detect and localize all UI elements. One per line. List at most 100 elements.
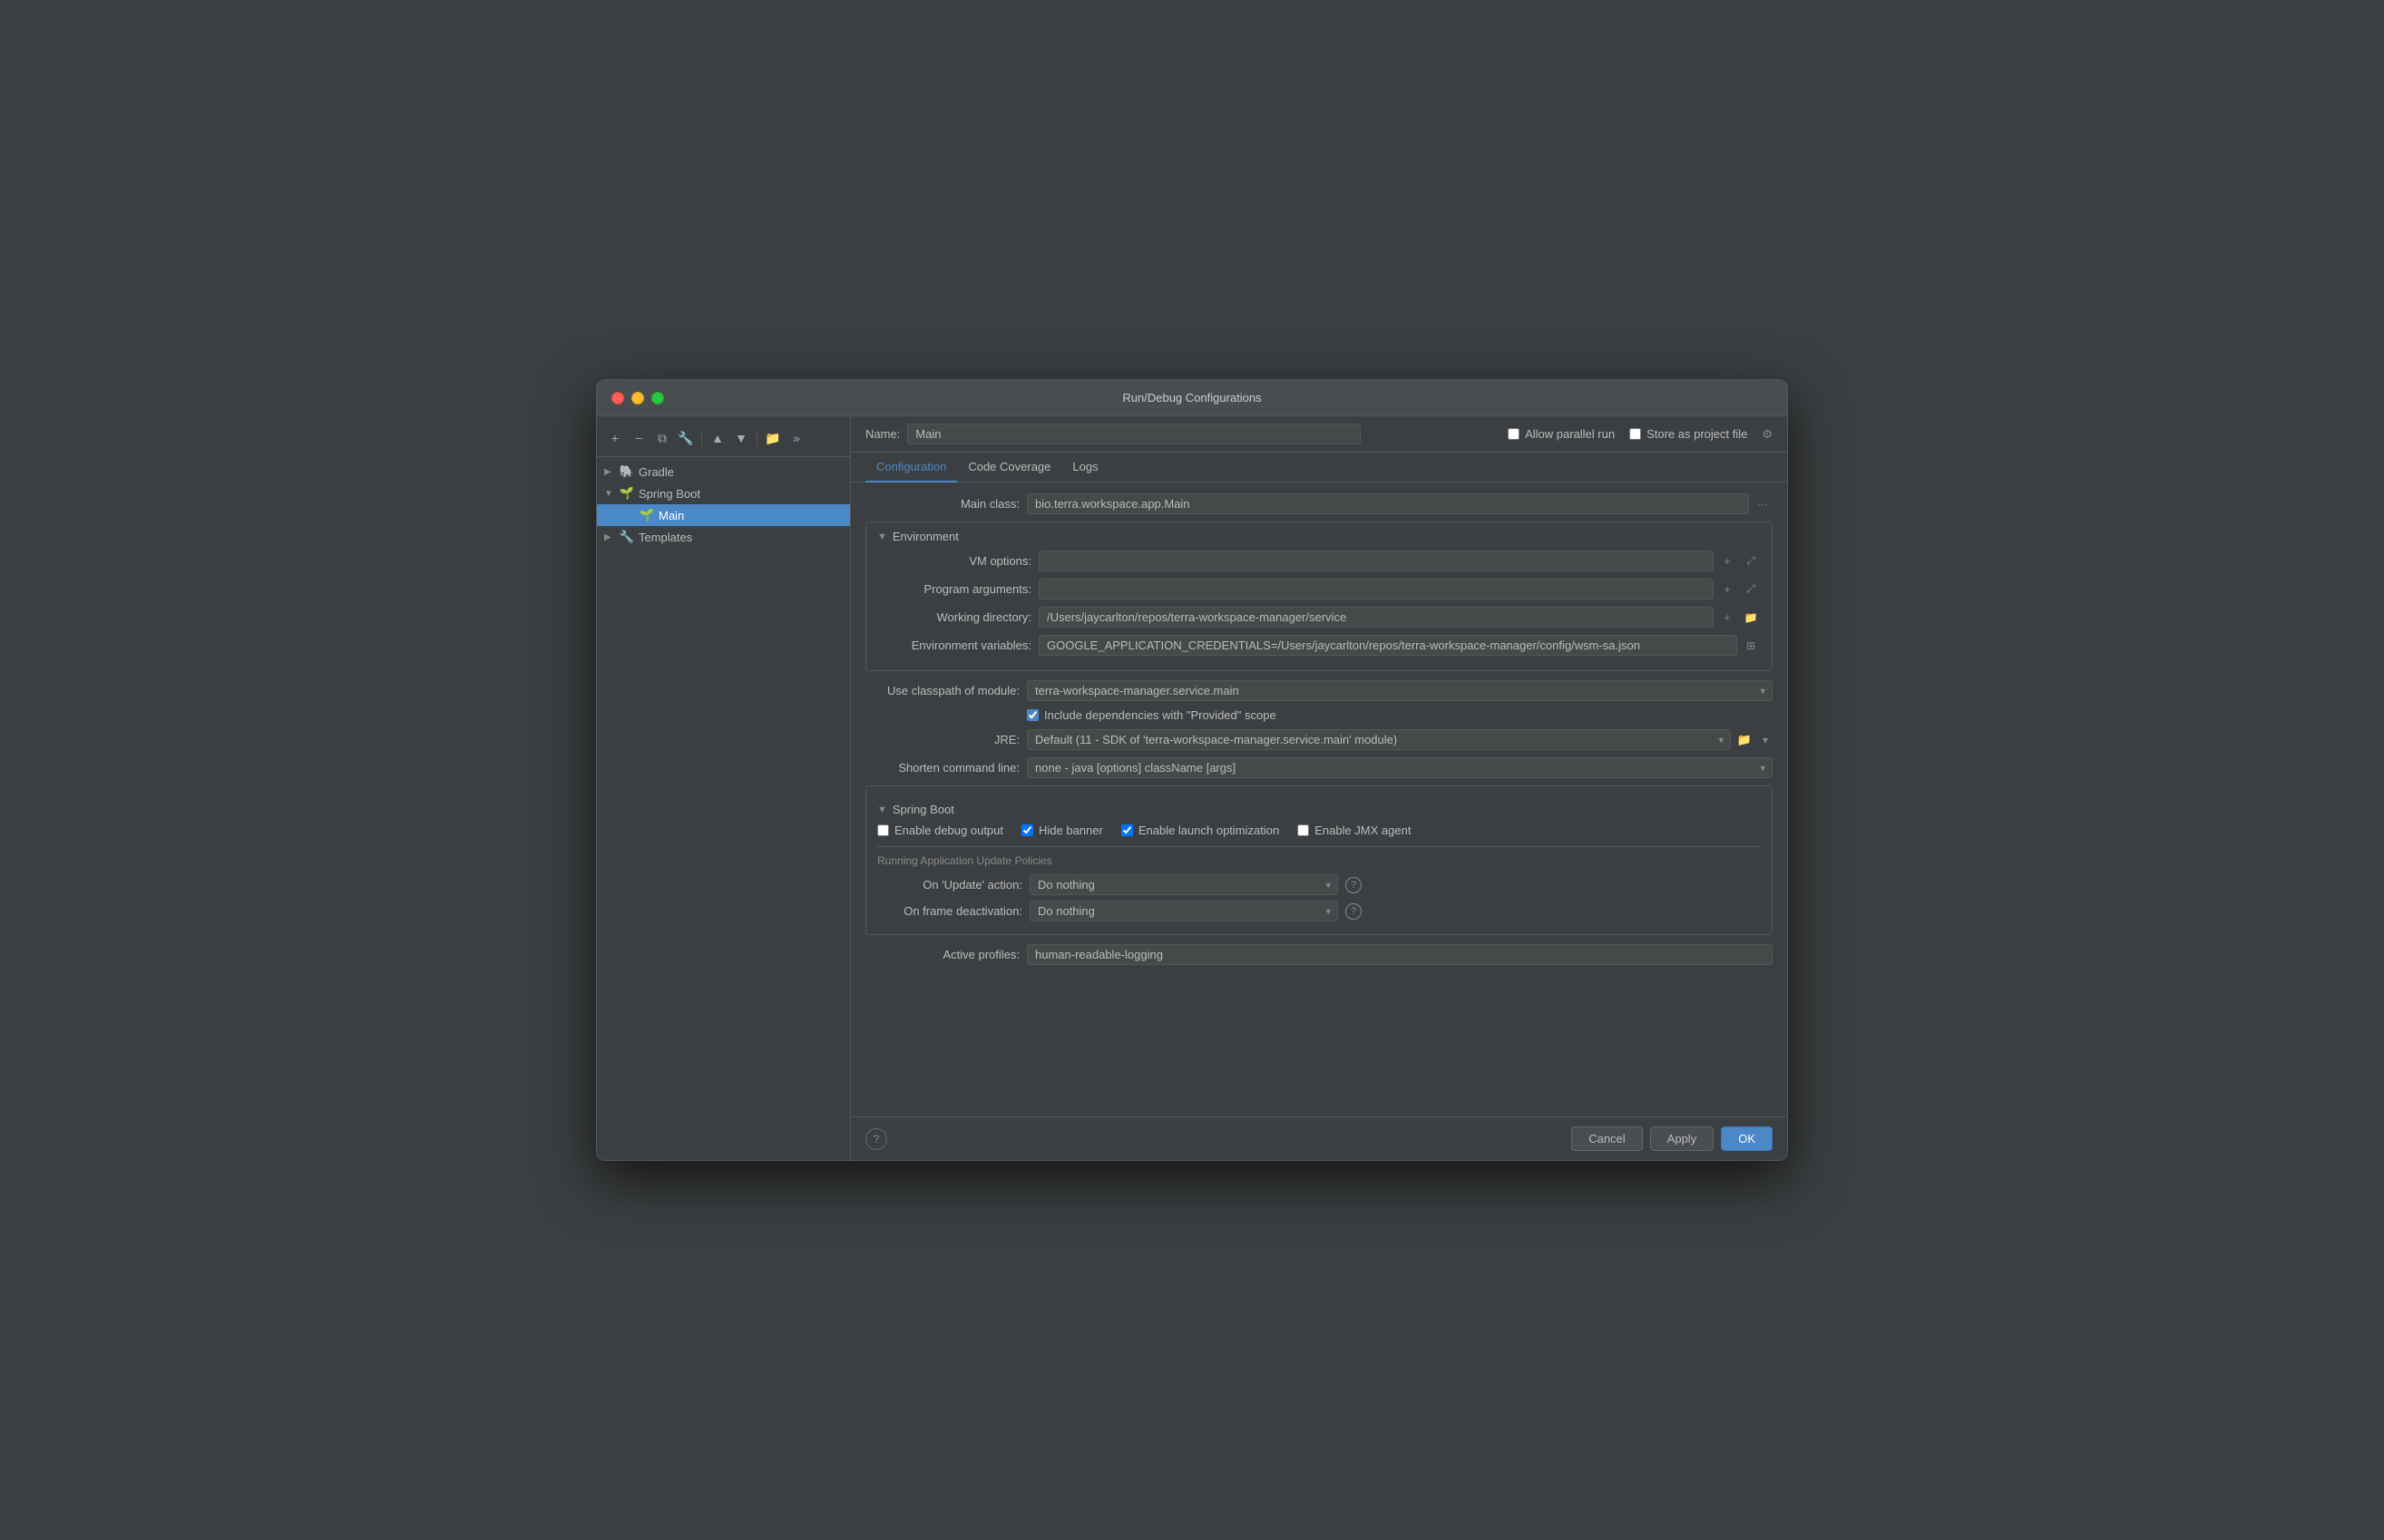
shorten-cmd-select[interactable]: none - java [options] className [args]	[1027, 757, 1773, 778]
on-update-select[interactable]: Do nothing Update classes and resources …	[1030, 874, 1338, 895]
vm-options-input[interactable]	[1039, 551, 1714, 571]
sidebar-item-gradle[interactable]: ▶ 🐘 Gradle	[597, 461, 850, 482]
on-frame-select[interactable]: Do nothing Update classes and resources …	[1030, 901, 1338, 921]
tab-code-coverage[interactable]: Code Coverage	[957, 453, 1061, 482]
toolbar-separator	[701, 430, 702, 446]
title-bar: Run/Debug Configurations	[597, 380, 1787, 416]
working-dir-row: Working directory: + 📁	[877, 607, 1761, 628]
templates-icon: 🔧	[619, 529, 635, 545]
footer-right: Cancel Apply OK	[1571, 1126, 1773, 1151]
apply-button[interactable]: Apply	[1650, 1126, 1715, 1151]
main-icon: 🌱	[639, 507, 655, 523]
shorten-cmd-select-wrapper: none - java [options] className [args]	[1027, 757, 1773, 778]
on-update-help-icon[interactable]: ?	[1345, 877, 1362, 893]
classpath-module-label: Use classpath of module:	[865, 684, 1020, 697]
vm-options-maximize-button[interactable]: ⤢	[1741, 551, 1761, 571]
add-config-button[interactable]: +	[604, 427, 626, 449]
main-class-browse-button[interactable]: ···	[1753, 494, 1773, 514]
active-profiles-label: Active profiles:	[865, 948, 1020, 961]
name-input[interactable]	[907, 424, 1361, 444]
enable-launch-opt-checkbox[interactable]	[1121, 824, 1133, 836]
cancel-button[interactable]: Cancel	[1571, 1126, 1642, 1151]
on-frame-label: On frame deactivation:	[877, 904, 1022, 918]
hide-banner-label[interactable]: Hide banner	[1021, 824, 1103, 837]
program-args-maximize-button[interactable]: ⤢	[1741, 580, 1761, 599]
store-as-project-file-checkbox[interactable]	[1629, 428, 1641, 440]
env-vars-expand-button[interactable]: ⊞	[1741, 636, 1761, 656]
working-dir-add-button[interactable]: +	[1717, 608, 1737, 628]
settings-icon[interactable]: ⚙	[1762, 427, 1773, 442]
hide-banner-text: Hide banner	[1039, 824, 1103, 837]
move-up-button[interactable]: ▲	[707, 427, 728, 449]
spring-boot-arrow: ▼	[604, 489, 619, 499]
on-update-label: On 'Update' action:	[877, 878, 1022, 892]
sidebar-item-spring-boot[interactable]: ▼ 🌱 Spring Boot	[597, 482, 850, 504]
sidebar-item-label: Gradle	[639, 465, 674, 479]
jre-control: Default (11 - SDK of 'terra-workspace-ma…	[1027, 729, 1773, 750]
main-class-input[interactable]	[1027, 493, 1749, 514]
tab-logs[interactable]: Logs	[1061, 453, 1109, 482]
env-vars-input[interactable]	[1039, 635, 1737, 656]
store-as-project-file-checkbox-label[interactable]: Store as project file	[1629, 427, 1747, 441]
ok-button[interactable]: OK	[1721, 1126, 1773, 1151]
env-vars-label: Environment variables:	[877, 638, 1031, 652]
sidebar-item-main[interactable]: 🌱 Main	[597, 504, 850, 526]
jre-select[interactable]: Default (11 - SDK of 'terra-workspace-ma…	[1027, 729, 1731, 750]
name-label: Name:	[865, 427, 900, 441]
copy-config-button[interactable]: ⧉	[651, 427, 673, 449]
enable-jmx-label[interactable]: Enable JMX agent	[1297, 824, 1411, 837]
remove-config-button[interactable]: −	[628, 427, 650, 449]
sidebar-item-templates[interactable]: ▶ 🔧 Templates	[597, 526, 850, 548]
move-down-button[interactable]: ▼	[730, 427, 752, 449]
hide-banner-checkbox[interactable]	[1021, 824, 1033, 836]
spring-boot-section: ▼ Spring Boot Enable debug output Hide b…	[865, 785, 1773, 935]
more-button[interactable]: »	[786, 427, 807, 449]
include-deps-label: Include dependencies with "Provided" sco…	[1044, 708, 1276, 722]
folder-button[interactable]: 📁	[762, 427, 784, 449]
program-args-expand-button[interactable]: +	[1717, 580, 1737, 599]
active-profiles-input[interactable]	[1027, 944, 1773, 965]
spring-boot-section-title: Spring Boot	[893, 803, 954, 816]
on-update-select-wrapper: Do nothing Update classes and resources …	[1030, 874, 1338, 895]
jre-folder-button[interactable]: 📁	[1734, 730, 1754, 750]
program-args-input[interactable]	[1039, 579, 1714, 599]
working-dir-folder-button[interactable]: 📁	[1741, 608, 1761, 628]
on-frame-control: Do nothing Update classes and resources …	[1030, 901, 1362, 921]
enable-debug-output-text: Enable debug output	[894, 824, 1003, 837]
edit-defaults-button[interactable]: 🔧	[675, 427, 697, 449]
help-button[interactable]: ?	[865, 1128, 887, 1150]
enable-debug-output-checkbox[interactable]	[877, 824, 889, 836]
jre-dropdown-button[interactable]: ▾	[1758, 730, 1773, 750]
allow-parallel-run-checkbox-label[interactable]: Allow parallel run	[1508, 427, 1615, 441]
allow-parallel-run-checkbox[interactable]	[1508, 428, 1519, 440]
close-button[interactable]	[611, 392, 624, 404]
environment-collapse-icon[interactable]: ▼	[877, 531, 887, 542]
content-header: Name: Allow parallel run Store as projec…	[851, 416, 1787, 453]
program-args-label: Program arguments:	[877, 582, 1031, 596]
enable-jmx-checkbox[interactable]	[1297, 824, 1309, 836]
minimize-button[interactable]	[631, 392, 644, 404]
working-dir-input[interactable]	[1039, 607, 1714, 628]
enable-launch-opt-label[interactable]: Enable launch optimization	[1121, 824, 1279, 837]
on-frame-select-wrapper: Do nothing Update classes and resources …	[1030, 901, 1338, 921]
enable-launch-opt-text: Enable launch optimization	[1138, 824, 1279, 837]
vm-options-expand-button[interactable]: +	[1717, 551, 1737, 571]
maximize-button[interactable]	[651, 392, 664, 404]
spring-boot-checkboxes: Enable debug output Hide banner Enable l…	[877, 824, 1761, 837]
running-policies-title: Running Application Update Policies	[877, 854, 1761, 867]
tabs-bar: Configuration Code Coverage Logs	[851, 453, 1787, 482]
include-deps-checkbox[interactable]	[1027, 709, 1039, 721]
tab-configuration[interactable]: Configuration	[865, 453, 957, 482]
active-profiles-row: Active profiles:	[865, 944, 1773, 965]
run-debug-configurations-window: Run/Debug Configurations + − ⧉ 🔧 ▲ ▼ 📁 »…	[596, 379, 1788, 1161]
classpath-module-select[interactable]: terra-workspace-manager.service.main	[1027, 680, 1773, 701]
sidebar-toolbar: + − ⧉ 🔧 ▲ ▼ 📁 »	[597, 424, 850, 457]
spring-boot-collapse-icon[interactable]: ▼	[877, 804, 887, 815]
on-frame-help-icon[interactable]: ?	[1345, 903, 1362, 920]
env-vars-row: Environment variables: ⊞	[877, 635, 1761, 656]
running-policies: Running Application Update Policies On '…	[877, 846, 1761, 921]
enable-debug-output-label[interactable]: Enable debug output	[877, 824, 1003, 837]
vm-options-label: VM options:	[877, 554, 1031, 568]
include-deps-checkbox-label[interactable]: Include dependencies with "Provided" sco…	[1027, 708, 1276, 722]
footer-left: ?	[865, 1128, 887, 1150]
